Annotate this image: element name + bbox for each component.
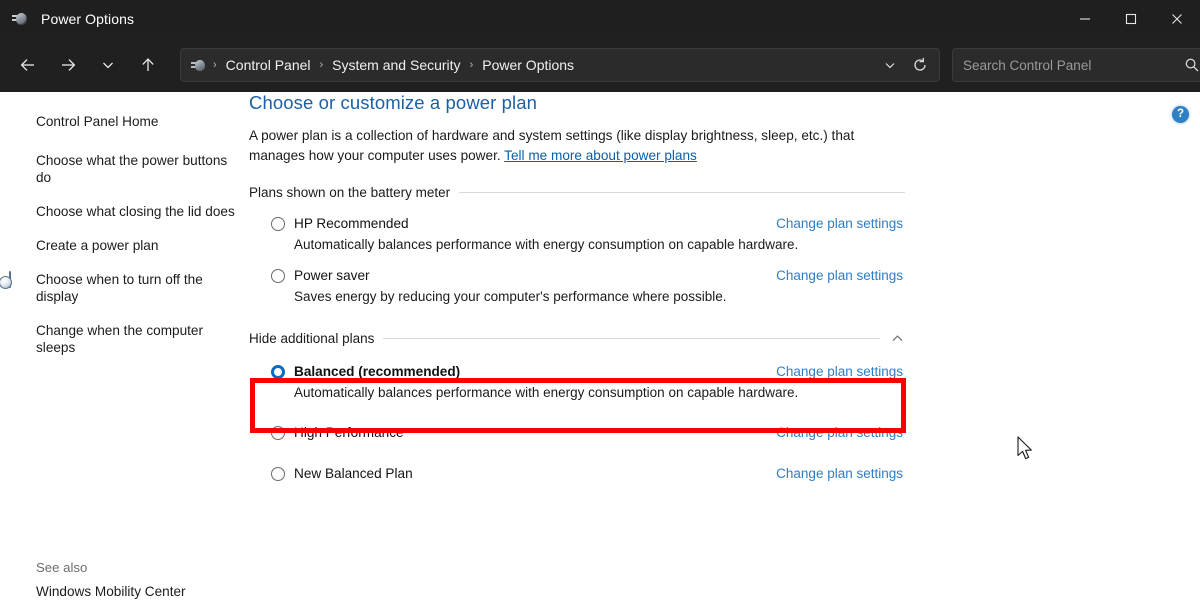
change-plan-settings-link[interactable]: Change plan settings (776, 267, 905, 285)
plan-description: Saves energy by reducing your computer's… (294, 289, 727, 304)
tell-me-more-link[interactable]: Tell me more about power plans (504, 148, 697, 163)
see-also-link-windows-mobility-center[interactable]: Windows Mobility Center (0, 583, 248, 600)
power-plug-icon (12, 10, 30, 28)
plan-balanced-recommended[interactable]: Balanced (recommended) Change plan setti… (249, 351, 905, 405)
plan-power-saver[interactable]: Power saver Change plan settings Saves e… (249, 257, 905, 309)
back-arrow-icon[interactable] (10, 48, 46, 82)
plan-radio-new-balanced-plan[interactable] (271, 467, 285, 481)
plan-name: Balanced (recommended) (294, 364, 461, 379)
plan-row: Balanced (recommended) Change plan setti… (249, 363, 905, 381)
breadcrumb-control-panel[interactable]: Control Panel (220, 53, 317, 77)
plan-radio-hp-recommended[interactable] (271, 217, 285, 231)
chevron-up-icon[interactable] (880, 331, 905, 346)
title-bar-left: Power Options (0, 0, 1062, 38)
navigation-toolbar: › Control Panel › System and Security › … (0, 38, 1200, 92)
plan-radio-high-performance[interactable] (271, 426, 285, 440)
refresh-icon[interactable] (905, 51, 935, 79)
see-also-section: See also Windows Mobility Center (0, 560, 248, 600)
page-title: Choose or customize a power plan (249, 92, 538, 113)
recent-locations-chevron-icon[interactable] (90, 48, 126, 82)
plan-description: Automatically balances performance with … (294, 237, 799, 252)
plan-name: New Balanced Plan (294, 466, 413, 481)
plan-name: High Performance (294, 425, 404, 440)
page-description: A power plan is a collection of hardware… (249, 126, 907, 165)
change-plan-settings-link[interactable]: Change plan settings (776, 215, 905, 233)
plan-new-balanced-plan[interactable]: New Balanced Plan Change plan settings (249, 445, 905, 486)
plan-row: New Balanced Plan Change plan settings (249, 465, 905, 483)
window-controls (1062, 0, 1200, 38)
change-plan-settings-link[interactable]: Change plan settings (776, 424, 905, 442)
plan-name: Power saver (294, 268, 370, 283)
minimize-button[interactable] (1062, 0, 1108, 38)
section-label: Plans shown on the battery meter (249, 185, 451, 200)
see-also-heading: See also (36, 560, 88, 575)
breadcrumb-power-options[interactable]: Power Options (476, 53, 580, 77)
section-header-battery-meter: Plans shown on the battery meter (249, 185, 905, 200)
close-button[interactable] (1154, 0, 1200, 38)
up-arrow-icon[interactable] (130, 48, 166, 82)
window-title: Power Options (41, 11, 135, 27)
power-plug-icon (191, 57, 208, 74)
forward-arrow-icon[interactable] (50, 48, 86, 82)
breadcrumb-system-and-security[interactable]: System and Security (326, 53, 466, 77)
plan-row: Power saver Change plan settings (249, 267, 905, 285)
breadcrumb-separator: › (213, 59, 217, 71)
help-button[interactable]: ? (1172, 106, 1189, 123)
section-rule (459, 192, 905, 193)
plan-description: Automatically balances performance with … (294, 385, 799, 400)
search-box[interactable] (952, 48, 1200, 82)
search-input[interactable] (963, 57, 1181, 73)
plan-radio-balanced[interactable] (271, 365, 285, 379)
plan-name: HP Recommended (294, 216, 409, 231)
change-plan-settings-link[interactable]: Change plan settings (776, 363, 905, 381)
section-rule (383, 338, 880, 339)
power-options-window: Power Options › Control Panel › System a… (0, 0, 1200, 600)
section-header-additional-plans[interactable]: Hide additional plans (249, 331, 905, 346)
breadcrumb-separator: › (469, 59, 474, 71)
title-bar: Power Options (0, 0, 1200, 38)
section-label: Hide additional plans (249, 331, 375, 346)
change-plan-settings-link[interactable]: Change plan settings (776, 465, 905, 483)
maximize-button[interactable] (1108, 0, 1154, 38)
plan-hp-recommended[interactable]: HP Recommended Change plan settings Auto… (249, 205, 905, 257)
plan-high-performance[interactable]: High Performance Change plan settings (249, 405, 905, 445)
plan-radio-power-saver[interactable] (271, 269, 285, 283)
plan-row: HP Recommended Change plan settings (249, 215, 905, 233)
plan-row: High Performance Change plan settings (249, 424, 905, 442)
address-bar[interactable]: › Control Panel › System and Security › … (180, 48, 940, 82)
search-icon[interactable] (1181, 54, 1200, 76)
breadcrumb-separator: › (319, 59, 324, 71)
previous-locations-chevron-icon[interactable] (875, 51, 905, 79)
